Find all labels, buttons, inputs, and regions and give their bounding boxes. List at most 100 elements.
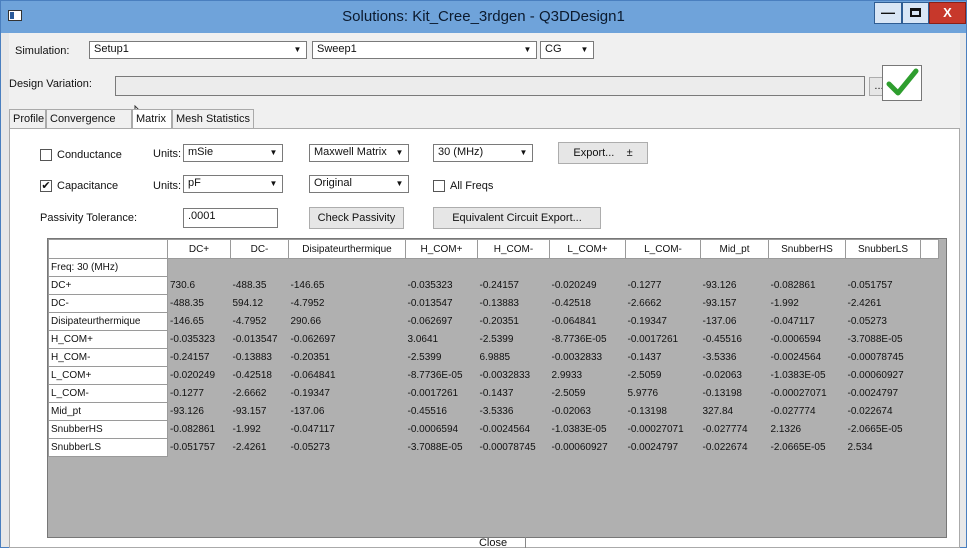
column-header[interactable]: H_COM- [477, 239, 550, 259]
row-header[interactable]: H_COM+ [48, 330, 168, 349]
matrix-cell[interactable]: -0.082861 [769, 277, 846, 295]
matrix-cell[interactable]: -0.42518 [231, 367, 289, 385]
sweep-select[interactable]: Sweep1 ▼ [312, 41, 537, 59]
matrix-cell[interactable]: -93.126 [168, 403, 231, 421]
matrix-cell[interactable]: -0.0017261 [406, 385, 478, 403]
matrix-cell[interactable]: -3.7088E-05 [406, 439, 478, 457]
matrix-cell[interactable]: -1.992 [769, 295, 846, 313]
all-freqs-checkbox[interactable] [433, 180, 445, 192]
matrix-cell[interactable]: 327.84 [701, 403, 769, 421]
matrix-cell[interactable]: -0.064841 [289, 367, 406, 385]
row-header[interactable]: H_COM- [48, 348, 168, 367]
matrix-cell[interactable]: -0.0006594 [406, 421, 478, 439]
matrix-cell[interactable]: -0.013547 [406, 295, 478, 313]
matrix-cell[interactable]: -0.1437 [626, 349, 701, 367]
matrix-cell[interactable]: -1.0383E-05 [769, 367, 846, 385]
matrix-variant-select[interactable]: Original ▼ [309, 175, 409, 193]
matrix-cell[interactable]: -2.5399 [478, 331, 550, 349]
matrix-cell[interactable]: -4.7952 [289, 295, 406, 313]
matrix-cell[interactable]: -0.13883 [478, 295, 550, 313]
matrix-cell[interactable]: -0.00027071 [769, 385, 846, 403]
matrix-cell[interactable]: -0.13883 [231, 349, 289, 367]
matrix-cell[interactable]: -0.0032833 [478, 367, 550, 385]
matrix-cell[interactable]: -146.65 [289, 277, 406, 295]
matrix-cell[interactable]: -0.062697 [289, 331, 406, 349]
matrix-cell[interactable]: -1.992 [231, 421, 289, 439]
matrix-cell[interactable]: -0.051757 [846, 277, 921, 295]
matrix-cell[interactable]: -2.6662 [626, 295, 701, 313]
capacitance-checkbox[interactable]: ✔ [40, 180, 52, 192]
matrix-cell[interactable]: -137.06 [289, 403, 406, 421]
matrix-cell[interactable]: -8.7736E-05 [406, 367, 478, 385]
column-header[interactable]: H_COM+ [405, 239, 478, 259]
matrix-cell[interactable]: -1.0383E-05 [550, 421, 626, 439]
matrix-type-select[interactable]: Maxwell Matrix ▼ [309, 144, 409, 162]
matrix-cell[interactable]: -2.5399 [406, 349, 478, 367]
matrix-cell[interactable]: -0.02063 [550, 403, 626, 421]
conductance-checkbox[interactable] [40, 149, 52, 161]
matrix-cell[interactable]: -2.6662 [231, 385, 289, 403]
matrix-cell[interactable]: -0.13198 [626, 403, 701, 421]
type-select[interactable]: CG ▼ [540, 41, 594, 59]
matrix-cell[interactable]: -0.0024797 [626, 439, 701, 457]
matrix-cell[interactable]: -0.20351 [478, 313, 550, 331]
frequency-select[interactable]: 30 (MHz) ▼ [433, 144, 533, 162]
matrix-cell[interactable]: -0.082861 [168, 421, 231, 439]
column-header[interactable]: DC+ [167, 239, 231, 259]
row-header[interactable]: SnubberLS [48, 438, 168, 457]
matrix-cell[interactable]: 6.9885 [478, 349, 550, 367]
matrix-cell[interactable]: -0.00060927 [846, 367, 921, 385]
matrix-cell[interactable]: -0.20351 [289, 349, 406, 367]
matrix-cell[interactable]: 730.6 [168, 277, 231, 295]
matrix-cell[interactable]: -0.0006594 [769, 331, 846, 349]
matrix-cell[interactable]: -3.5336 [701, 349, 769, 367]
matrix-cell[interactable]: -2.0665E-05 [846, 421, 921, 439]
check-passivity-button[interactable]: Check Passivity [309, 207, 404, 229]
matrix-cell[interactable]: -0.020249 [550, 277, 626, 295]
minimize-button[interactable]: — [874, 2, 902, 24]
matrix-cell[interactable]: 5.9776 [626, 385, 701, 403]
matrix-cell[interactable]: -0.45516 [406, 403, 478, 421]
row-header[interactable]: L_COM+ [48, 366, 168, 385]
matrix-cell[interactable]: 2.9933 [550, 367, 626, 385]
matrix-cell[interactable]: -93.126 [701, 277, 769, 295]
equivalent-circuit-export-button[interactable]: Equivalent Circuit Export... [433, 207, 601, 229]
matrix-cell[interactable]: -8.7736E-05 [550, 331, 626, 349]
matrix-cell[interactable]: -0.1437 [478, 385, 550, 403]
matrix-cell[interactable]: -0.0024797 [846, 385, 921, 403]
matrix-cell[interactable]: -0.022674 [701, 439, 769, 457]
matrix-cell[interactable]: -2.5059 [550, 385, 626, 403]
matrix-cell[interactable]: -0.035323 [406, 277, 478, 295]
row-header[interactable]: L_COM- [48, 384, 168, 403]
passivity-tolerance-input[interactable]: .0001 [183, 208, 278, 228]
tab-profile[interactable]: Profile [9, 109, 46, 129]
matrix-cell[interactable]: -2.0665E-05 [769, 439, 846, 457]
matrix-cell[interactable]: -0.0032833 [550, 349, 626, 367]
matrix-cell[interactable]: -0.19347 [626, 313, 701, 331]
matrix-cell[interactable]: -0.05273 [289, 439, 406, 457]
column-header[interactable]: SnubberLS [845, 239, 921, 259]
matrix-cell[interactable]: 2.1326 [769, 421, 846, 439]
matrix-cell[interactable]: -0.00078745 [478, 439, 550, 457]
matrix-cell[interactable]: -488.35 [231, 277, 289, 295]
matrix-cell[interactable]: -0.062697 [406, 313, 478, 331]
matrix-cell[interactable]: -0.13198 [701, 385, 769, 403]
close-window-button[interactable]: X [929, 2, 966, 24]
matrix-cell[interactable]: -0.00078745 [846, 349, 921, 367]
matrix-cell[interactable]: -0.027774 [701, 421, 769, 439]
tab-matrix[interactable]: Matrix [132, 109, 172, 129]
matrix-cell[interactable]: -0.00027071 [626, 421, 701, 439]
freq-row-header[interactable]: Freq: 30 (MHz) [48, 258, 168, 277]
close-button[interactable]: Close [461, 537, 526, 548]
tab-mesh-statistics[interactable]: Mesh Statistics [172, 109, 254, 129]
matrix-cell[interactable]: 3.0641 [406, 331, 478, 349]
tab-convergence[interactable]: Convergence [46, 109, 132, 129]
matrix-grid[interactable]: DC+ DC- Disipateurthermique H_COM+ H_COM… [47, 238, 947, 538]
matrix-cell[interactable]: -2.4261 [846, 295, 921, 313]
matrix-cell[interactable]: -2.5059 [626, 367, 701, 385]
design-variation-field[interactable] [115, 76, 865, 96]
matrix-cell[interactable]: -0.45516 [701, 331, 769, 349]
matrix-cell[interactable]: -0.035323 [168, 331, 231, 349]
matrix-cell[interactable]: -146.65 [168, 313, 231, 331]
column-header[interactable]: L_COM+ [549, 239, 626, 259]
